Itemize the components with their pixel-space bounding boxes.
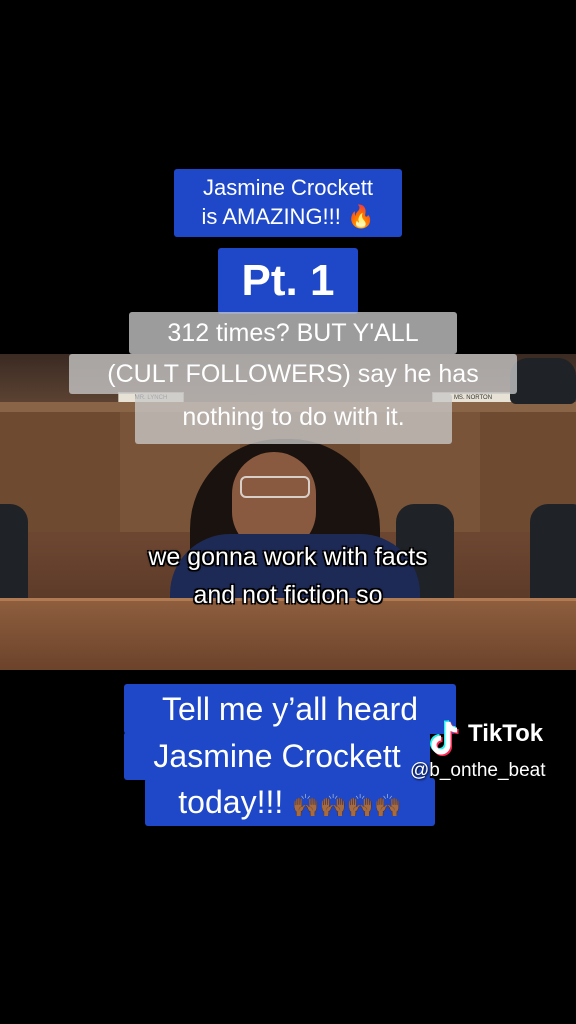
comment-line1: 312 times? BUT Y'ALL — [129, 312, 457, 354]
bottom-line3-box: today!!! 🙌🏾🙌🏾🙌🏾🙌🏾 — [145, 778, 435, 826]
title-box: Jasmine Crockett is AMAZING!!! 🔥 — [174, 169, 402, 237]
video-subtitle-line2: and not fiction so — [193, 581, 383, 609]
creator-handle[interactable]: @b_onthe_beat — [410, 760, 546, 782]
raised-hands-icon: 🙌🏾🙌🏾🙌🏾🙌🏾 — [292, 794, 402, 819]
tiktok-brand: TikTok — [468, 720, 544, 747]
tiktok-logo-icon — [430, 720, 459, 756]
title-line2-text: is AMAZING!!! — [201, 204, 341, 229]
bottom-line1: Tell me y’all heard — [124, 684, 456, 734]
title-line1: Jasmine Crockett — [203, 175, 373, 200]
chair-back-right — [510, 358, 576, 404]
title-line2: is AMAZING!!! 🔥 — [174, 202, 402, 232]
comment-line2: (CULT FOLLOWERS) say he has — [69, 354, 517, 394]
bottom-line3: today!!! — [178, 784, 284, 820]
bottom-line2: Jasmine Crockett — [124, 732, 430, 780]
part-label: Pt. 1 — [218, 248, 358, 314]
fire-icon: 🔥 — [347, 205, 375, 230]
video-subtitle-line1: we gonna work with facts — [148, 543, 428, 571]
comment-line3: nothing to do with it. — [135, 394, 452, 444]
speaker-glasses — [240, 476, 310, 498]
